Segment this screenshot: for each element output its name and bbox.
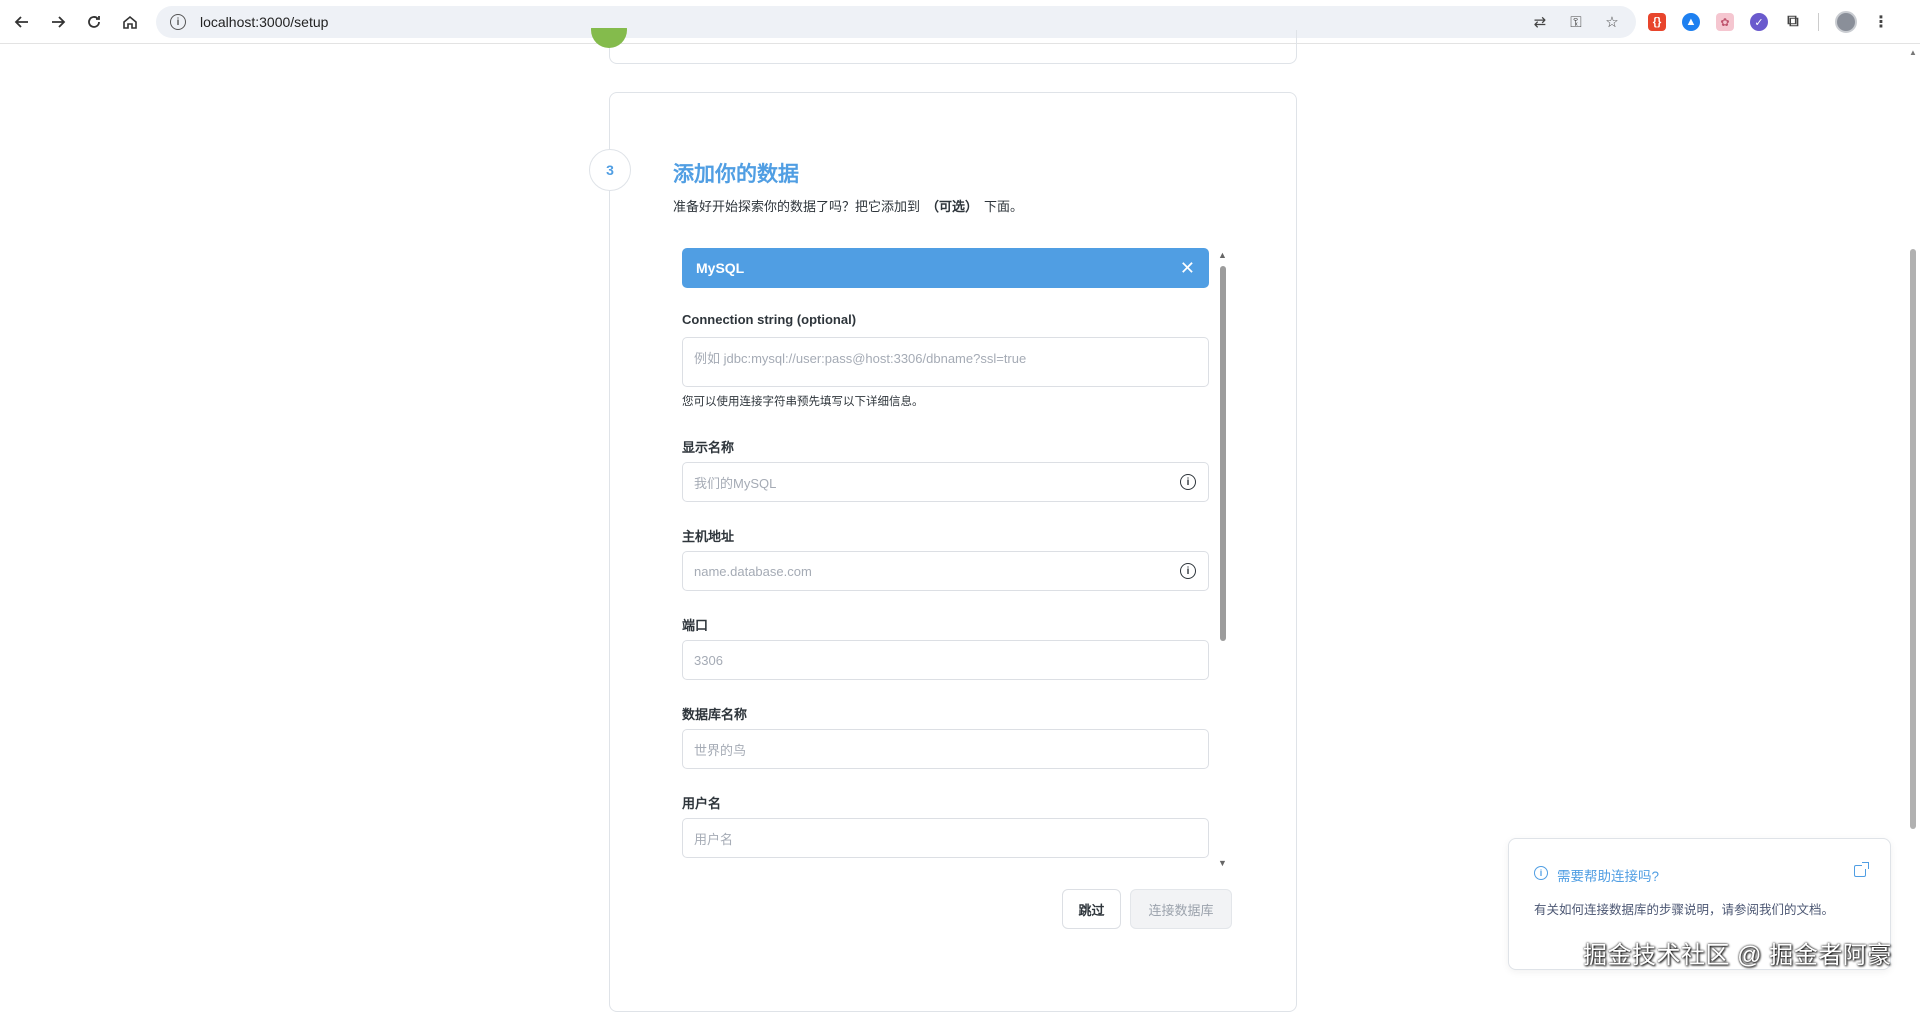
help-popup-title[interactable]: 需要帮助连接吗? (1557, 865, 1659, 885)
arrow-right-icon (52, 16, 66, 28)
profile-avatar[interactable] (1835, 11, 1857, 33)
subtitle-text: 准备好开始探索你的数据了吗？把它添加到 (673, 199, 921, 214)
username-label: 用户名 (682, 796, 722, 811)
subtitle-suffix: 下面。 (984, 199, 1024, 214)
form-scrollbar-thumb[interactable] (1220, 266, 1226, 641)
close-icon[interactable]: ✕ (1180, 258, 1195, 279)
database-name-placeholder: 世界的鸟 (694, 742, 747, 758)
connection-string-label: Connection string (optional) (682, 312, 857, 327)
port-label: 端口 (682, 618, 709, 633)
step-subtitle: 准备好开始探索你的数据了吗？把它添加到 （可选） 下面。 (673, 196, 1023, 215)
arrow-left-icon (14, 16, 28, 28)
previous-step-complete-icon (591, 28, 627, 50)
subtitle-optional: （可选） (926, 199, 979, 214)
database-name-input[interactable]: 世界的鸟 (682, 729, 1209, 769)
connection-string-help: 您可以使用连接字符串预先填写以下详细信息。 (682, 396, 924, 408)
site-info-icon[interactable]: i (170, 14, 186, 30)
info-icon[interactable]: i (1180, 563, 1196, 579)
reload-button[interactable] (76, 4, 112, 40)
watermark: 掘金技术社区 @ 掘金者阿豪 (1583, 942, 1892, 969)
host-placeholder: name.database.com (694, 563, 812, 579)
username-placeholder: 用户名 (694, 831, 734, 847)
toolbar-divider (1818, 13, 1819, 31)
info-icon: i (1534, 866, 1548, 880)
database-name-label: 数据库名称 (682, 707, 748, 722)
database-engine-label: MySQL (696, 260, 745, 276)
connection-string-placeholder: 例如 jdbc:mysql://user:pass@host:3306/dbna… (694, 351, 1027, 366)
external-link-icon[interactable] (1854, 862, 1869, 877)
page-scrollbar[interactable]: ▲ (1908, 44, 1918, 991)
extension-purple-icon[interactable]: ✓ (1750, 13, 1768, 31)
scroll-up-arrow-icon[interactable]: ▲ (1909, 48, 1917, 57)
menu-kebab-icon[interactable]: ⋮ (1873, 12, 1889, 32)
back-button[interactable] (4, 4, 40, 40)
previous-step-card (609, 30, 1297, 64)
extension-red-icon[interactable]: {} (1648, 13, 1666, 31)
url-text: localhost:3000/setup (200, 14, 329, 30)
skip-button[interactable]: 跳过 (1062, 889, 1121, 929)
connection-string-input[interactable]: 例如 jdbc:mysql://user:pass@host:3306/dbna… (682, 337, 1209, 387)
help-popup-text: 有关如何连接数据库的步骤说明，请参阅我们的文档。 (1534, 903, 1835, 917)
step-number-badge: 3 (589, 149, 631, 191)
scroll-down-arrow-icon[interactable]: ▼ (1218, 858, 1227, 868)
database-form: MySQL ✕ Connection string (optional) 例如 … (682, 248, 1209, 858)
page-scrollbar-thumb[interactable] (1910, 249, 1916, 829)
home-button[interactable] (112, 4, 148, 40)
host-label: 主机地址 (682, 529, 735, 544)
extension-blue-icon[interactable]: ▲ (1682, 13, 1700, 31)
display-name-input[interactable]: 我们的MySQL i (682, 462, 1209, 502)
port-placeholder: 3306 (694, 652, 723, 668)
info-icon[interactable]: i (1180, 474, 1196, 490)
port-input[interactable]: 3306 (682, 640, 1209, 680)
extensions-area: {} ▲ ✿ ✓ ⧉ ⋮ (1648, 6, 1889, 38)
display-name-label: 显示名称 (682, 440, 735, 455)
extension-pink-icon[interactable]: ✿ (1716, 13, 1734, 31)
forward-button[interactable] (40, 4, 76, 40)
step-title: 添加你的数据 (673, 163, 799, 186)
scroll-up-arrow-icon[interactable]: ▲ (1218, 250, 1227, 260)
selected-database-engine[interactable]: MySQL ✕ (682, 248, 1209, 288)
username-input[interactable]: 用户名 (682, 818, 1209, 858)
bookmark-star-icon[interactable]: ☆ (1602, 12, 1622, 32)
extensions-puzzle-icon[interactable]: ⧉ (1784, 13, 1802, 31)
password-key-icon[interactable]: ⚿ (1566, 12, 1586, 32)
translate-icon[interactable]: ⇄ (1530, 12, 1550, 32)
display-name-placeholder: 我们的MySQL (694, 475, 777, 491)
connect-database-button[interactable]: 连接数据库 (1130, 889, 1232, 929)
home-icon (123, 15, 137, 29)
form-scrollbar[interactable]: ▲ ▼ (1218, 250, 1228, 872)
reload-icon (88, 16, 100, 28)
host-input[interactable]: name.database.com i (682, 551, 1209, 591)
